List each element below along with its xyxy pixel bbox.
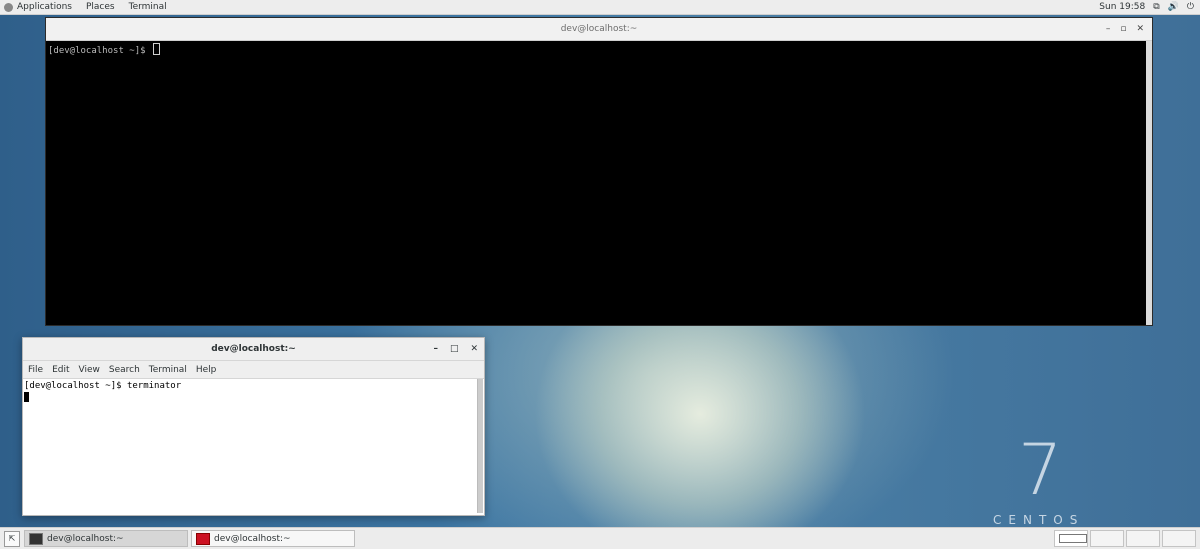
- terminal-icon: [29, 532, 43, 545]
- volume-icon[interactable]: 🔊: [1168, 2, 1179, 12]
- gnome-terminal-area[interactable]: [dev@localhost ~]$ terminator: [23, 379, 484, 405]
- minimize-icon[interactable]: –: [1106, 18, 1111, 40]
- minimize-icon[interactable]: –: [433, 338, 438, 360]
- menu-file[interactable]: File: [28, 365, 43, 375]
- taskbar-item-label: dev@localhost:~: [47, 533, 124, 544]
- taskbar-item-label: dev@localhost:~: [214, 533, 291, 544]
- gnome-terminal-scrollbar[interactable]: [477, 379, 483, 513]
- clock[interactable]: Sun 19:58: [1099, 2, 1145, 12]
- maximize-icon[interactable]: ▫: [1120, 18, 1126, 40]
- terminator-prompt: [dev@localhost ~]$: [48, 46, 151, 56]
- network-icon[interactable]: ⧉: [1153, 2, 1159, 12]
- gnome-terminal-window-controls: – □ ✕: [433, 338, 478, 360]
- terminator-titlebar[interactable]: dev@localhost:~ – ▫ ✕: [46, 18, 1152, 41]
- menu-applications[interactable]: Applications: [17, 2, 72, 12]
- show-desktop-icon[interactable]: ⇱: [4, 530, 20, 547]
- menu-terminal[interactable]: Terminal: [129, 2, 167, 12]
- terminal-cursor: [152, 43, 160, 55]
- close-icon[interactable]: ✕: [470, 338, 478, 360]
- workspace-2[interactable]: [1090, 530, 1124, 547]
- terminator-terminal-area[interactable]: [dev@localhost ~]$: [46, 41, 1152, 58]
- terminator-title: dev@localhost:~: [560, 24, 638, 34]
- top-menu: Applications Places Terminal: [4, 2, 181, 12]
- terminator-window: dev@localhost:~ – ▫ ✕ [dev@localhost ~]$: [45, 17, 1153, 326]
- terminal-cursor: [24, 392, 29, 402]
- terminator-window-controls: – ▫ ✕: [1106, 18, 1144, 40]
- workspace-4[interactable]: [1162, 530, 1196, 547]
- menu-search[interactable]: Search: [109, 365, 140, 375]
- workspace-1[interactable]: [1054, 530, 1088, 547]
- workspace-switcher: [1054, 530, 1196, 547]
- centos-wordmark: CENTOS: [993, 513, 1085, 527]
- gnome-terminal-menubar: File Edit View Search Terminal Help: [23, 361, 484, 379]
- menu-places[interactable]: Places: [86, 2, 115, 12]
- menu-edit[interactable]: Edit: [52, 365, 69, 375]
- power-icon[interactable]: ⏻: [1187, 2, 1194, 12]
- maximize-icon[interactable]: □: [450, 338, 459, 360]
- terminator-scrollbar[interactable]: [1146, 41, 1152, 325]
- gnome-terminal-titlebar[interactable]: dev@localhost:~ – □ ✕: [23, 338, 484, 361]
- bottom-taskbar: ⇱ dev@localhost:~ dev@localhost:~: [0, 527, 1200, 549]
- workspace-3[interactable]: [1126, 530, 1160, 547]
- taskbar-item-gnome-terminal[interactable]: dev@localhost:~: [24, 530, 188, 547]
- gnome-terminal-window: dev@localhost:~ – □ ✕ File Edit View Sea…: [22, 337, 485, 516]
- centos-version-number: 7: [1018, 429, 1063, 511]
- taskbar-item-terminator[interactable]: dev@localhost:~: [191, 530, 355, 547]
- terminal-line: [dev@localhost ~]$ terminator: [24, 381, 182, 391]
- menu-terminal[interactable]: Terminal: [149, 365, 187, 375]
- menu-help[interactable]: Help: [196, 365, 217, 375]
- menu-view[interactable]: View: [79, 365, 100, 375]
- close-icon[interactable]: ✕: [1136, 18, 1144, 40]
- top-panel: Applications Places Terminal Sun 19:58 ⧉…: [0, 0, 1200, 15]
- top-right-area: Sun 19:58 ⧉ 🔊 ⏻: [1099, 2, 1194, 12]
- gnome-terminal-title: dev@localhost:~: [211, 344, 296, 354]
- terminator-icon: [196, 532, 210, 545]
- applications-icon: [4, 2, 13, 12]
